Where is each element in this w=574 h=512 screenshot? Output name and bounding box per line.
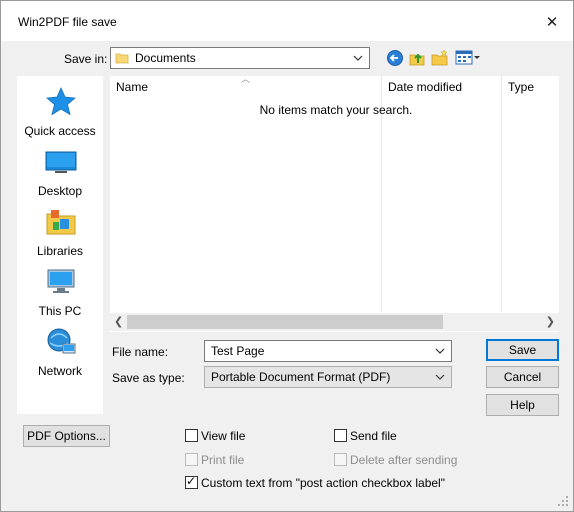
file-name-value: Test Page [211,344,265,358]
place-label: Network [37,364,82,378]
cancel-button[interactable]: Cancel [486,366,559,388]
folder-icon [115,53,129,64]
view-file-label[interactable]: View file [201,429,245,443]
place-network[interactable]: Network [17,324,103,384]
empty-message: No items match your search. [259,103,413,117]
custom-text-label[interactable]: Custom text from "post action checkbox l… [201,476,445,490]
place-label: Quick access [24,124,96,138]
place-quick-access[interactable]: Quick access [17,84,103,144]
send-file-label[interactable]: Send file [350,429,397,443]
save-button[interactable]: Save [486,339,559,361]
pdf-options-button[interactable]: PDF Options... [23,425,110,447]
scroll-left-icon[interactable]: ❮ [114,315,123,328]
close-button[interactable]: ✕ [541,11,563,33]
send-file-checkbox[interactable] [334,429,347,442]
desktop-icon [45,151,77,173]
save-in-value: Documents [135,51,196,65]
column-header-name[interactable]: Name [116,80,148,94]
print-file-checkbox [185,453,198,466]
file-name-label: File name: [112,345,169,359]
column-header-type[interactable]: Type [508,80,534,94]
checkmark-icon: ✓ [186,474,197,488]
scroll-right-icon[interactable]: ❯ [546,315,555,328]
place-label: Libraries [36,244,84,258]
quick-access-icon [46,87,76,116]
place-label: This PC [38,304,82,318]
place-libraries[interactable]: Libraries [17,204,103,264]
save-dialog: Win2PDF file save ✕ Save in: Documents Q… [0,0,574,512]
window-title: Win2PDF file save [18,15,117,29]
place-this-pc[interactable]: This PC [17,264,103,324]
save-in-label: Save in: [64,52,108,66]
back-arrow-icon[interactable] [386,49,404,67]
help-button[interactable]: Help [486,394,559,416]
custom-text-checkbox[interactable]: ✓ [185,474,198,489]
horizontal-scrollbar[interactable]: ❮ ❯ [110,313,559,331]
view-menu-icon[interactable] [455,49,481,67]
place-label: Desktop [37,184,83,198]
save-as-type-label: Save as type: [112,371,185,385]
sort-caret-icon: ︿ [241,74,251,84]
libraries-icon [46,210,76,235]
places-bar: Quick access Desktop Libraries This PC N… [17,76,103,414]
scrollbar-thumb[interactable] [127,315,443,329]
this-pc-icon [47,269,75,293]
delete-after-sending-checkbox [334,453,347,466]
print-file-label: Print file [201,453,245,467]
column-header-date-modified[interactable]: Date modified [388,80,462,94]
chevron-down-icon [435,374,445,380]
chevron-down-icon [353,55,363,61]
place-desktop[interactable]: Desktop [17,144,103,204]
network-icon [47,328,76,354]
save-in-dropdown[interactable]: Documents [110,47,370,69]
save-as-type-dropdown[interactable]: Portable Document Format (PDF) [204,366,452,388]
file-name-input[interactable]: Test Page [204,340,452,362]
view-file-checkbox[interactable] [185,429,198,442]
delete-after-sending-label: Delete after sending [350,453,458,467]
chevron-down-icon[interactable] [433,343,447,359]
up-folder-icon[interactable] [408,49,426,67]
resize-grip-icon[interactable] [557,495,569,507]
title-bar[interactable]: Win2PDF file save ✕ [1,1,573,41]
file-list[interactable]: ︿ Name Date modified Type No items match… [110,74,559,332]
new-folder-icon[interactable] [431,49,449,67]
save-as-type-value: Portable Document Format (PDF) [211,370,391,384]
